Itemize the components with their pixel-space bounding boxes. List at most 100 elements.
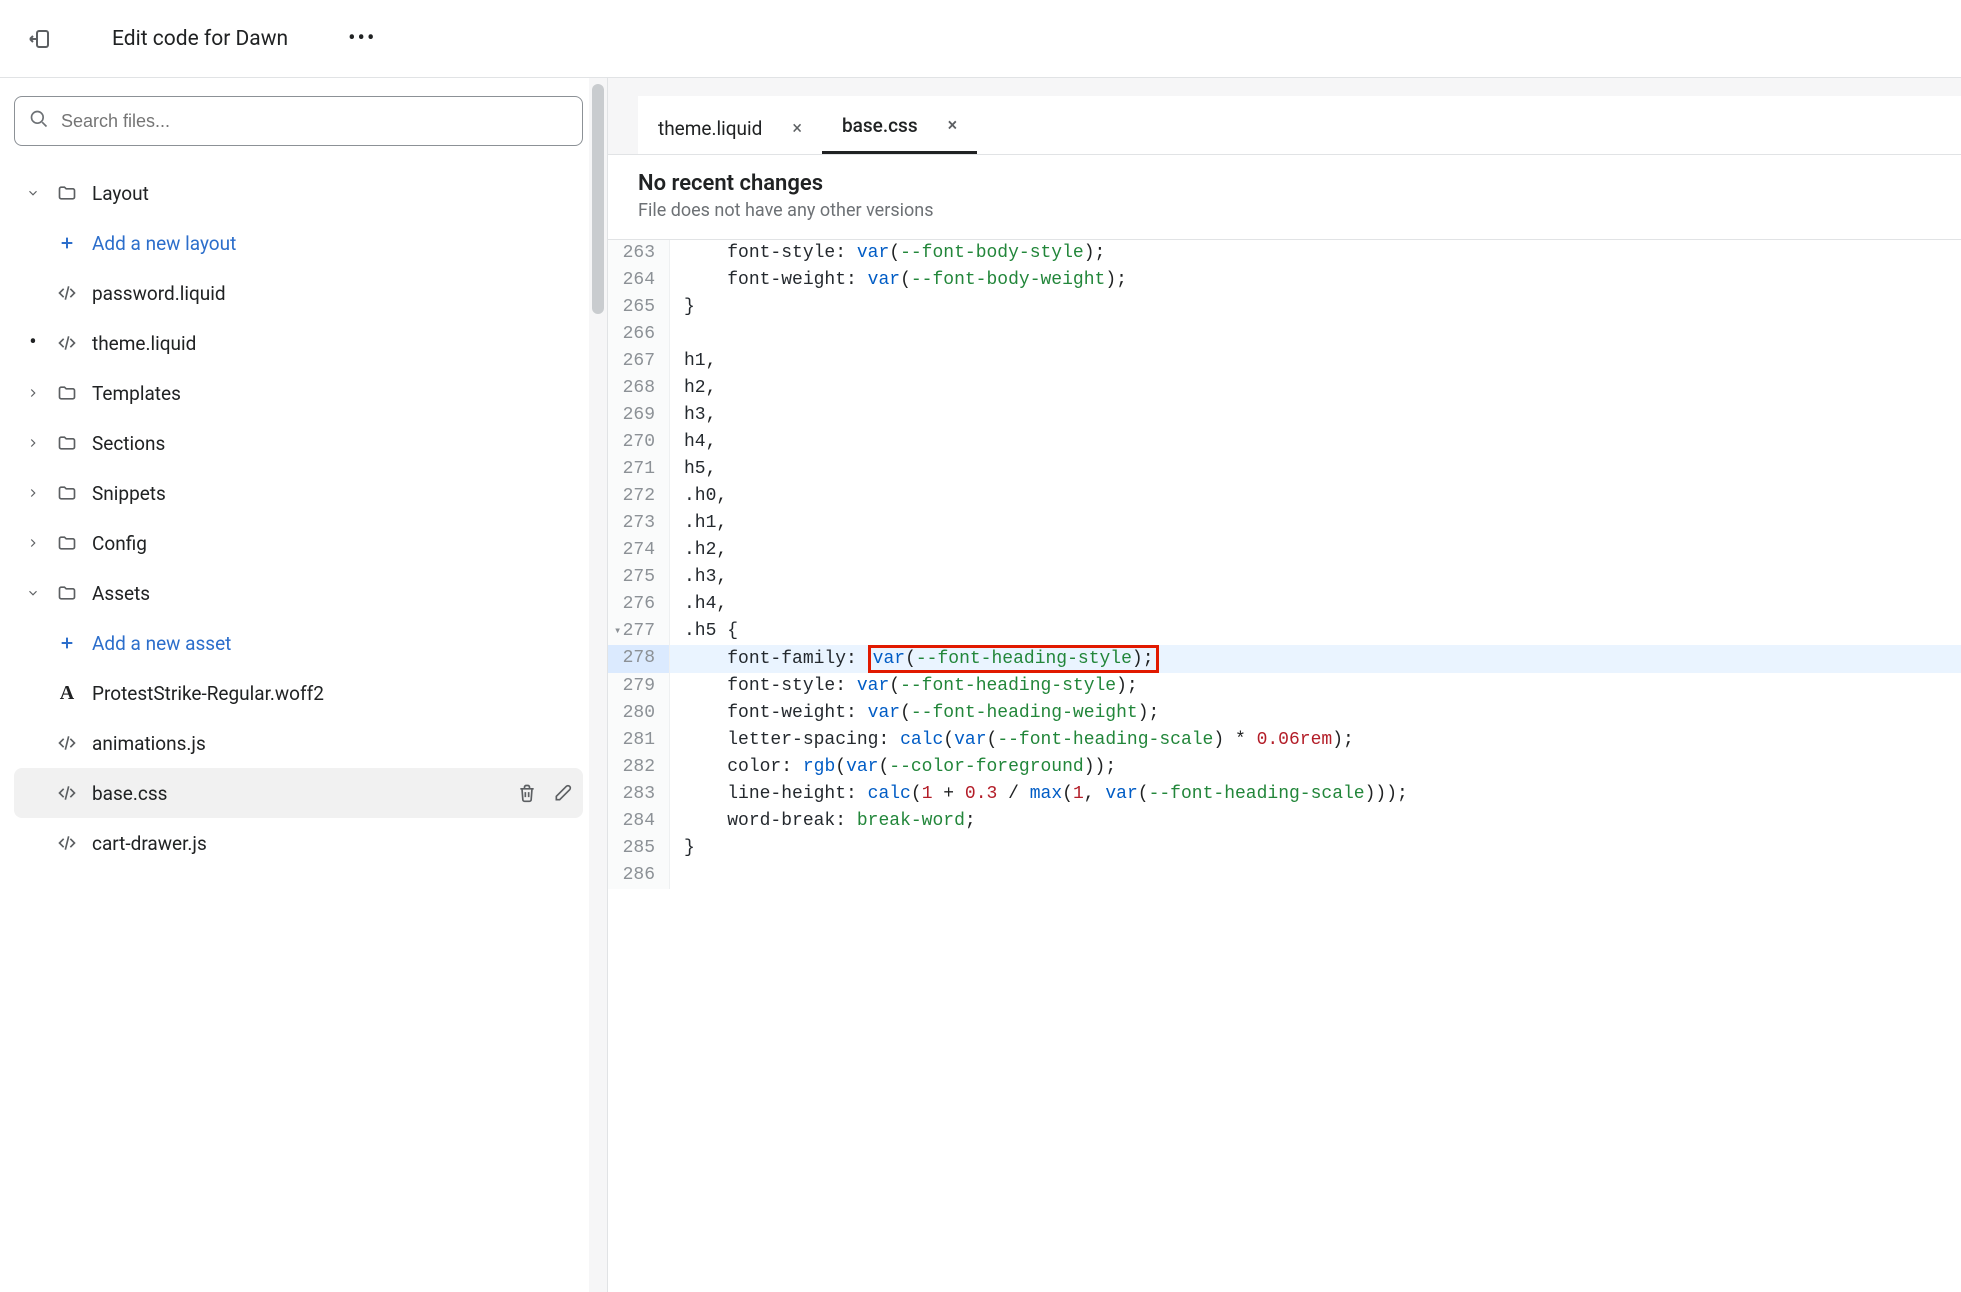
- line-number: 273: [608, 510, 670, 537]
- code-line[interactable]: 264 font-weight: var(--font-body-weight)…: [608, 267, 1961, 294]
- code-line[interactable]: 266: [608, 321, 1961, 348]
- code-editor[interactable]: 263 font-style: var(--font-body-style);2…: [608, 240, 1961, 1292]
- code-content[interactable]: }: [670, 835, 1961, 862]
- code-line[interactable]: 265}: [608, 294, 1961, 321]
- code-content[interactable]: font-style: var(--font-heading-style);: [670, 673, 1961, 700]
- add-layout-button[interactable]: Add a new layout: [14, 218, 583, 268]
- code-line[interactable]: 273.h1,: [608, 510, 1961, 537]
- topbar: Edit code for Dawn •••: [0, 0, 1961, 78]
- file-basecss-label: base.css: [92, 782, 167, 805]
- code-line[interactable]: 284 word-break: break-word;: [608, 808, 1961, 835]
- sidebar-scrollbar-thumb[interactable]: [592, 84, 604, 314]
- edit-file-icon[interactable]: [553, 783, 573, 803]
- editor-tab[interactable]: base.css×: [822, 100, 977, 154]
- line-number: 271: [608, 456, 670, 483]
- code-line[interactable]: 272.h0,: [608, 483, 1961, 510]
- code-content[interactable]: font-weight: var(--font-heading-weight);: [670, 700, 1961, 727]
- code-line[interactable]: 278 font-family: var(--font-heading-styl…: [608, 645, 1961, 673]
- folder-sections[interactable]: Sections: [14, 418, 583, 468]
- file-cart-drawer-js[interactable]: cart-drawer.js: [14, 818, 583, 868]
- fold-icon[interactable]: ▾: [614, 618, 621, 645]
- line-number: 267: [608, 348, 670, 375]
- sidebar-scrollbar-track[interactable]: [589, 78, 607, 1292]
- code-content[interactable]: line-height: calc(1 + 0.3 / max(1, var(-…: [670, 781, 1961, 808]
- font-file-icon: A: [56, 682, 78, 705]
- line-number: 280: [608, 700, 670, 727]
- folder-snippets-label: Snippets: [92, 482, 166, 505]
- add-layout-label: Add a new layout: [92, 232, 236, 255]
- line-number: 263: [608, 240, 670, 267]
- code-content[interactable]: h5,: [670, 456, 1961, 483]
- exit-icon[interactable]: [28, 27, 52, 51]
- code-content[interactable]: .h5 {: [670, 618, 1961, 645]
- code-content[interactable]: .h4,: [670, 591, 1961, 618]
- code-content[interactable]: color: rgb(var(--color-foreground));: [670, 754, 1961, 781]
- code-content[interactable]: font-family: var(--font-heading-style);: [670, 645, 1961, 673]
- file-password-liquid[interactable]: password.liquid: [14, 268, 583, 318]
- more-menu-icon[interactable]: •••: [348, 26, 376, 51]
- line-number: 281: [608, 727, 670, 754]
- folder-layout-label: Layout: [92, 182, 149, 205]
- chevron-down-icon: [24, 586, 42, 600]
- code-line[interactable]: 280 font-weight: var(--font-heading-weig…: [608, 700, 1961, 727]
- code-line[interactable]: 267h1,: [608, 348, 1961, 375]
- code-content[interactable]: .h2,: [670, 537, 1961, 564]
- folder-templates[interactable]: Templates: [14, 368, 583, 418]
- code-line[interactable]: 283 line-height: calc(1 + 0.3 / max(1, v…: [608, 781, 1961, 808]
- code-line[interactable]: 285}: [608, 835, 1961, 862]
- code-content[interactable]: h2,: [670, 375, 1961, 402]
- file-base-css[interactable]: base.css: [14, 768, 583, 818]
- delete-file-icon[interactable]: [517, 783, 537, 803]
- file-status-bar: No recent changes File does not have any…: [608, 154, 1961, 240]
- editor-tab[interactable]: theme.liquid×: [638, 103, 822, 154]
- code-content[interactable]: }: [670, 294, 1961, 321]
- plus-icon: [56, 635, 78, 651]
- line-number: 276: [608, 591, 670, 618]
- code-content[interactable]: h1,: [670, 348, 1961, 375]
- code-content[interactable]: word-break: break-word;: [670, 808, 1961, 835]
- code-line[interactable]: 286: [608, 862, 1961, 889]
- code-line[interactable]: 275.h3,: [608, 564, 1961, 591]
- folder-assets[interactable]: Assets: [14, 568, 583, 618]
- close-icon[interactable]: ×: [948, 117, 958, 135]
- page-title: Edit code for Dawn: [112, 27, 288, 51]
- code-content[interactable]: h4,: [670, 429, 1961, 456]
- code-line[interactable]: 274.h2,: [608, 537, 1961, 564]
- folder-sections-label: Sections: [92, 432, 165, 455]
- code-content[interactable]: .h0,: [670, 483, 1961, 510]
- line-number: 264: [608, 267, 670, 294]
- code-content[interactable]: .h1,: [670, 510, 1961, 537]
- folder-snippets[interactable]: Snippets: [14, 468, 583, 518]
- code-line[interactable]: 270h4,: [608, 429, 1961, 456]
- code-line[interactable]: 281 letter-spacing: calc(var(--font-head…: [608, 727, 1961, 754]
- folder-config[interactable]: Config: [14, 518, 583, 568]
- code-line[interactable]: 269h3,: [608, 402, 1961, 429]
- code-line[interactable]: 279 font-style: var(--font-heading-style…: [608, 673, 1961, 700]
- code-line[interactable]: 271h5,: [608, 456, 1961, 483]
- line-number: 277▾: [608, 618, 670, 645]
- code-line[interactable]: 282 color: rgb(var(--color-foreground));: [608, 754, 1961, 781]
- code-content[interactable]: letter-spacing: calc(var(--font-heading-…: [670, 727, 1961, 754]
- search-box[interactable]: [14, 96, 583, 146]
- code-line[interactable]: 277▾.h5 {: [608, 618, 1961, 645]
- folder-assets-label: Assets: [92, 582, 150, 605]
- chevron-right-icon: [24, 436, 42, 450]
- code-content[interactable]: [670, 321, 1961, 348]
- code-content[interactable]: font-weight: var(--font-body-weight);: [670, 267, 1961, 294]
- code-content[interactable]: font-style: var(--font-body-style);: [670, 240, 1961, 267]
- code-content[interactable]: [670, 862, 1961, 889]
- add-asset-button[interactable]: Add a new asset: [14, 618, 583, 668]
- file-animations-js[interactable]: animations.js: [14, 718, 583, 768]
- code-content[interactable]: .h3,: [670, 564, 1961, 591]
- close-icon[interactable]: ×: [792, 120, 802, 138]
- folder-layout[interactable]: Layout: [14, 168, 583, 218]
- line-number: 286: [608, 862, 670, 889]
- code-content[interactable]: h3,: [670, 402, 1961, 429]
- code-file-icon: [56, 833, 78, 853]
- code-line[interactable]: 263 font-style: var(--font-body-style);: [608, 240, 1961, 267]
- file-font-woff2[interactable]: A ProtestStrike-Regular.woff2: [14, 668, 583, 718]
- code-line[interactable]: 276.h4,: [608, 591, 1961, 618]
- search-input[interactable]: [59, 110, 568, 133]
- file-theme-liquid[interactable]: • theme.liquid: [14, 318, 583, 368]
- code-line[interactable]: 268h2,: [608, 375, 1961, 402]
